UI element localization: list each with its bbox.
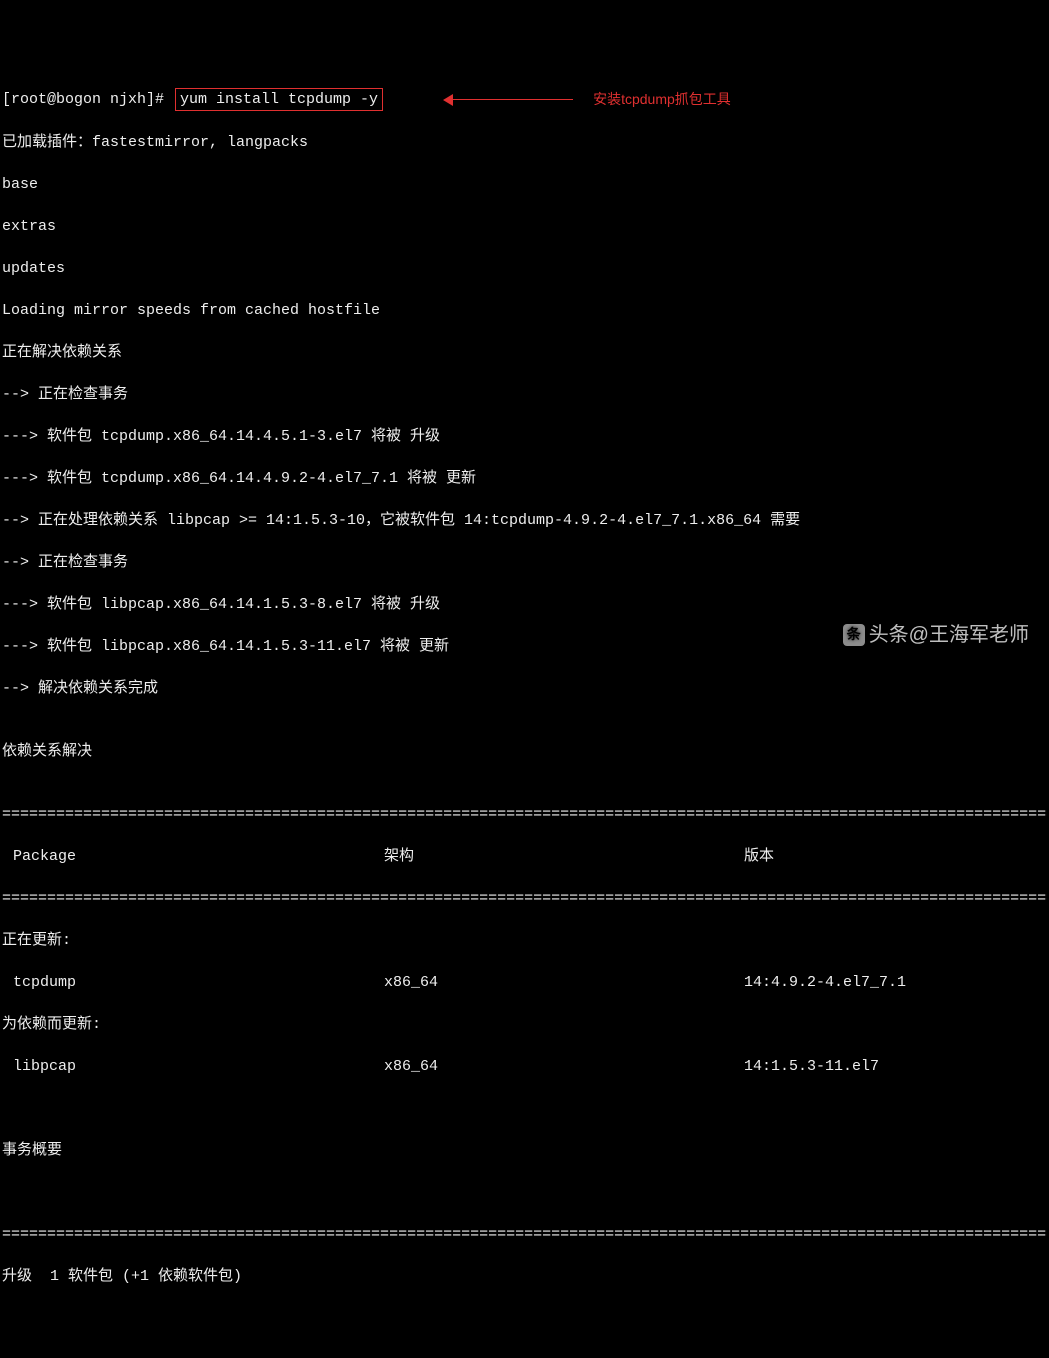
cell-arch: x86_64	[384, 972, 744, 993]
watermark: 条 头条@王海军老师	[843, 621, 1029, 649]
col-header-version: 版本	[744, 846, 1047, 867]
summary-title: 事务概要	[2, 1140, 1047, 1161]
annotation-arrow	[443, 94, 573, 106]
output-line: --> 解决依赖关系完成	[2, 678, 1047, 699]
output-line: extras	[2, 216, 1047, 237]
table-divider-mid: ========================================…	[2, 888, 1047, 909]
summary-line: 升级 1 软件包 (+1 依赖软件包)	[2, 1266, 1047, 1287]
prompt-line: [root@bogon njxh]# yum install tcpdump -…	[2, 88, 1047, 111]
output-line: 已加载插件：fastestmirror, langpacks	[2, 132, 1047, 153]
cell-version: 14:4.9.2-4.el7_7.1	[744, 972, 1047, 993]
watermark-logo-icon: 条	[843, 624, 865, 646]
output-line: --> 正在检查事务	[2, 552, 1047, 573]
cell-version: 14:1.5.3-11.el7	[744, 1056, 1047, 1077]
arrow-head-icon	[443, 94, 453, 106]
section-updating: 正在更新:	[2, 930, 1047, 951]
output-line: --> 正在处理依赖关系 libpcap >= 14:1.5.3-10，它被软件…	[2, 510, 1047, 531]
output-line: --> 正在检查事务	[2, 384, 1047, 405]
col-header-package: Package	[2, 846, 384, 867]
section-dep-updating: 为依赖而更新:	[2, 1014, 1047, 1035]
cell-package: libpcap	[2, 1056, 384, 1077]
watermark-text: 头条@王海军老师	[869, 621, 1029, 649]
col-header-arch: 架构	[384, 846, 744, 867]
output-line: 正在解决依赖关系	[2, 342, 1047, 363]
output-line: ---> 软件包 libpcap.x86_64.14.1.5.3-8.el7 将…	[2, 594, 1047, 615]
output-line: updates	[2, 258, 1047, 279]
output-line: ---> 软件包 tcpdump.x86_64.14.4.9.2-4.el7_7…	[2, 468, 1047, 489]
output-line: ---> 软件包 tcpdump.x86_64.14.4.5.1-3.el7 将…	[2, 426, 1047, 447]
blank-line	[2, 1182, 1047, 1203]
cell-package: tcpdump	[2, 972, 384, 993]
table-divider-top: ========================================…	[2, 804, 1047, 825]
table-row: libpcap x86_64 14:1.5.3-11.el7	[2, 1056, 1047, 1077]
annotation-text: 安装tcpdump抓包工具	[593, 90, 731, 110]
cell-arch: x86_64	[384, 1056, 744, 1077]
summary-divider: ========================================…	[2, 1224, 1047, 1245]
output-line: 依赖关系解决	[2, 741, 1047, 762]
command-highlight: yum install tcpdump -y	[175, 88, 383, 111]
output-line: Loading mirror speeds from cached hostfi…	[2, 300, 1047, 321]
table-row: tcpdump x86_64 14:4.9.2-4.el7_7.1	[2, 972, 1047, 993]
table-header: Package 架构 版本	[2, 846, 1047, 867]
prompt-user-host: [root@bogon njxh]#	[2, 89, 173, 110]
output-line: base	[2, 174, 1047, 195]
arrow-line-icon	[453, 99, 573, 100]
blank-line	[2, 1098, 1047, 1119]
